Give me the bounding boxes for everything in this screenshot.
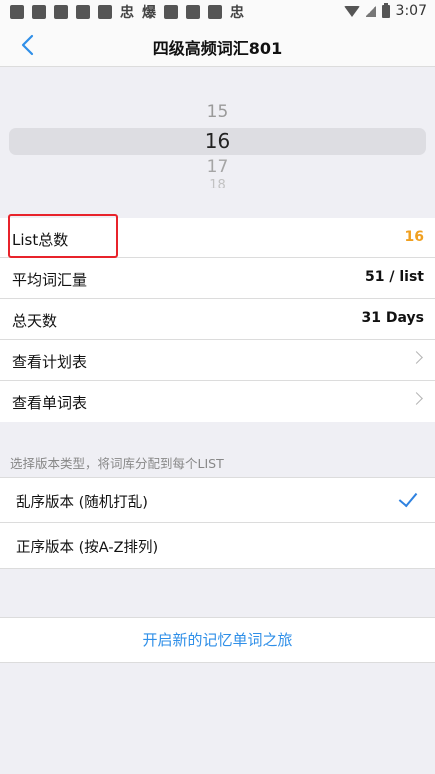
version-option-shuffled[interactable]: 乱序版本 (随机打乱): [0, 478, 435, 523]
notification-chong-icon: 忠: [120, 5, 134, 21]
system-icons: 3:07: [343, 2, 427, 19]
avg-words-row: 平均词汇量 51 / list: [0, 258, 435, 299]
version-option-alphabetical[interactable]: 正序版本 (按A-Z排列): [0, 523, 435, 568]
notification-square-icon: [186, 5, 200, 19]
avg-words-value: 51 / list: [365, 269, 424, 285]
picker-option[interactable]: 17: [0, 157, 435, 177]
view-words-label: 查看单词表: [12, 394, 88, 412]
view-plan-label: 查看计划表: [12, 353, 88, 371]
picker-selected-option[interactable]: 16: [0, 129, 435, 153]
signal-icon: [365, 5, 376, 17]
total-days-value: 31 Days: [361, 310, 424, 326]
status-bar: 忠 爆 忠 3:07: [0, 0, 435, 24]
notification-square-icon: [76, 5, 90, 19]
view-plan-row[interactable]: 查看计划表: [0, 340, 435, 381]
picker-option[interactable]: 15: [0, 102, 435, 122]
version-options-group: 乱序版本 (随机打乱) 正序版本 (按A-Z排列): [0, 477, 435, 569]
view-words-row[interactable]: 查看单词表: [0, 381, 435, 422]
notification-square-icon: [164, 5, 178, 19]
checkmark-icon: [398, 487, 418, 508]
version-option-label: 正序版本 (按A-Z排列): [16, 540, 159, 556]
notification-bao-icon: 爆: [142, 5, 156, 21]
chevron-right-icon: [410, 351, 423, 364]
notification-icons: 忠 爆 忠: [10, 4, 244, 21]
notification-square-icon: [54, 5, 68, 19]
version-section-header: 选择版本类型，将词库分配到每个LIST: [10, 456, 224, 471]
nav-bar: 四级高频词汇801: [0, 24, 435, 67]
battery-icon: [381, 2, 390, 18]
chevron-right-icon: [410, 392, 423, 405]
notification-app-icon: [98, 5, 112, 19]
notification-chong-icon: 忠: [230, 5, 244, 21]
highlight-annotation-box: [8, 214, 118, 258]
start-journey-button[interactable]: 开启新的记忆单词之旅: [0, 617, 435, 663]
notification-square-icon: [10, 5, 24, 19]
list-count-picker[interactable]: 15 16 17 18: [0, 96, 435, 192]
notification-app-icon: [32, 5, 46, 19]
version-option-label: 乱序版本 (随机打乱): [16, 495, 148, 511]
list-total-value: 16: [404, 229, 424, 245]
page-title: 四级高频词汇801: [152, 39, 283, 58]
wifi-icon: [343, 5, 360, 17]
avg-words-label: 平均词汇量: [12, 271, 88, 289]
total-days-label: 总天数: [12, 312, 58, 330]
notification-square-icon: [208, 5, 222, 19]
clock: 3:07: [395, 3, 427, 19]
total-days-row: 总天数 31 Days: [0, 299, 435, 340]
picker-option[interactable]: 18: [0, 179, 435, 188]
